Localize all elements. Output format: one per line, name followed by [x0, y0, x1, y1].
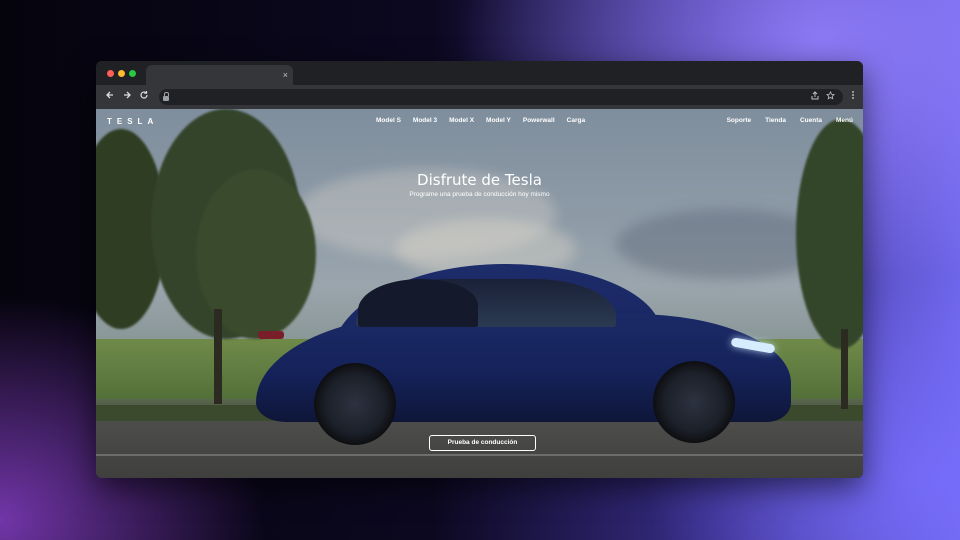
maximize-window-button[interactable]: [129, 70, 136, 77]
nav-link-menu[interactable]: Menú: [836, 116, 853, 125]
tab-strip: ×: [96, 61, 863, 85]
browser-window: × TESLA Model S Model 3 Model X Model Y …: [96, 61, 863, 478]
share-icon[interactable]: [811, 90, 819, 104]
car-wheel: [314, 363, 396, 445]
address-bar[interactable]: [159, 89, 843, 105]
nav-link-model-s[interactable]: Model S: [376, 116, 401, 125]
nav-link-powerwall[interactable]: Powerwall: [523, 116, 555, 125]
nav-link-model-x[interactable]: Model X: [449, 116, 474, 125]
browser-tab[interactable]: ×: [146, 65, 293, 85]
nav-link-soporte[interactable]: Soporte: [727, 116, 752, 125]
star-icon[interactable]: [825, 90, 836, 104]
kebab-menu-icon[interactable]: [846, 89, 860, 105]
tesla-logo[interactable]: TESLA: [107, 117, 158, 126]
forward-arrow-icon[interactable]: [120, 89, 134, 105]
tab-close-icon[interactable]: ×: [283, 68, 288, 82]
minimize-window-button[interactable]: [118, 70, 125, 77]
reload-icon[interactable]: [137, 89, 151, 105]
page-viewport: TESLA Model S Model 3 Model X Model Y Po…: [96, 109, 863, 478]
lock-icon: [163, 92, 169, 101]
main-nav: Model S Model 3 Model X Model Y Powerwal…: [376, 116, 585, 125]
test-drive-button[interactable]: Prueba de conducción: [429, 435, 536, 451]
nav-link-carga[interactable]: Carga: [567, 116, 585, 125]
site-header: TESLA Model S Model 3 Model X Model Y Po…: [96, 109, 863, 133]
hero-subtitle: Programe una prueba de conducción hoy mi…: [409, 191, 550, 198]
close-window-button[interactable]: [107, 70, 114, 77]
utility-nav: Soporte Tienda Cuenta Menú: [727, 116, 853, 125]
car-wheel: [653, 361, 735, 443]
back-arrow-icon[interactable]: [103, 89, 117, 105]
nav-link-cuenta[interactable]: Cuenta: [800, 116, 822, 125]
hero-title: Disfrute de Tesla: [417, 171, 542, 189]
browser-toolbar: [96, 85, 863, 109]
nav-link-tienda[interactable]: Tienda: [765, 116, 786, 125]
nav-link-model-3[interactable]: Model 3: [413, 116, 437, 125]
nav-link-model-y[interactable]: Model Y: [486, 116, 511, 125]
